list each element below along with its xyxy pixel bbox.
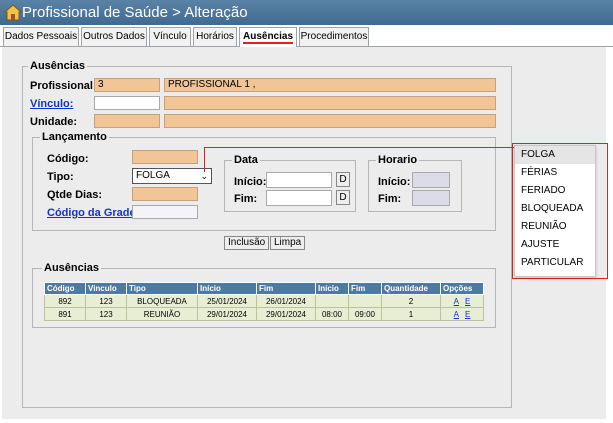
horario-fim-label: Fim: bbox=[378, 193, 402, 205]
ausencias-table: Código Vinculo Tipo Início Fim Início Fi… bbox=[44, 282, 484, 321]
data-fim-calendar-button[interactable]: D bbox=[336, 190, 350, 205]
horario-inicio-field[interactable] bbox=[412, 172, 450, 188]
col-vinculo: Vinculo bbox=[85, 282, 127, 295]
tab-dados-pessoais[interactable]: Dados Pessoais bbox=[3, 27, 79, 46]
codigo-label: Código: bbox=[47, 153, 89, 165]
cell-quantidade: 2 bbox=[381, 294, 441, 308]
cell-codigo: 891 bbox=[44, 307, 86, 321]
data-fim-label: Fim: bbox=[234, 193, 258, 205]
cell-tipo: REUNIÃO bbox=[126, 307, 198, 321]
ausencias-legend: Ausências bbox=[28, 60, 88, 72]
dropdown-option[interactable]: AJUSTE bbox=[515, 236, 595, 254]
col-hora-inicio: Início bbox=[315, 282, 349, 295]
table-row: 891 123 REUNIÃO 29/01/2024 29/01/2024 08… bbox=[44, 307, 484, 321]
cell-opcoes: AE bbox=[440, 294, 484, 308]
unidade-label: Unidade: bbox=[30, 116, 78, 128]
table-row: 892 123 BLOQUEADA 25/01/2024 26/01/2024 … bbox=[44, 294, 484, 308]
tipo-selected-value: FOLGA bbox=[136, 170, 170, 181]
cell-data-inicio: 25/01/2024 bbox=[197, 294, 257, 308]
cell-vinculo: 123 bbox=[85, 294, 127, 308]
cell-codigo: 892 bbox=[44, 294, 86, 308]
vinculo-code-field[interactable] bbox=[94, 96, 160, 110]
unidade-desc-field bbox=[164, 114, 496, 128]
dropdown-option[interactable]: REUNIÃO bbox=[515, 218, 595, 236]
excluir-link[interactable]: E bbox=[465, 297, 470, 306]
cell-hora-inicio bbox=[315, 294, 349, 308]
lancamento-legend: Lançamento bbox=[40, 131, 109, 143]
qtde-dias-label: Qtde Dias: bbox=[47, 189, 103, 201]
codigo-grade-link[interactable]: Código da Grade: bbox=[47, 207, 139, 219]
col-codigo: Código bbox=[44, 282, 86, 295]
data-inicio-field[interactable] bbox=[266, 172, 332, 188]
data-inicio-label: Início: bbox=[234, 176, 267, 188]
highlight-connector-left bbox=[204, 147, 205, 172]
profissional-code-field: 3 bbox=[94, 78, 160, 92]
tipo-label: Tipo: bbox=[47, 171, 74, 183]
vinculo-link[interactable]: Vínculo: bbox=[30, 98, 73, 110]
dropdown-option[interactable]: FÉRIAS bbox=[515, 164, 595, 182]
profissional-label: Profissional: bbox=[30, 80, 97, 92]
cell-vinculo: 123 bbox=[85, 307, 127, 321]
cell-quantidade: 1 bbox=[381, 307, 441, 321]
qtde-dias-field bbox=[132, 187, 198, 201]
tab-vinculo[interactable]: Vínculo bbox=[149, 27, 191, 46]
cell-opcoes: AE bbox=[440, 307, 484, 321]
cell-tipo: BLOQUEADA bbox=[126, 294, 198, 308]
tab-horarios[interactable]: Horários bbox=[193, 27, 237, 46]
col-hora-fim: Fim bbox=[348, 282, 382, 295]
tab-bar: Dados Pessoais Outros Dados Vínculo Horá… bbox=[0, 25, 613, 47]
alterar-link[interactable]: A bbox=[454, 310, 459, 319]
horario-inicio-label: Início: bbox=[378, 176, 411, 188]
home-icon[interactable] bbox=[4, 4, 22, 21]
profissional-name-field: PROFISSIONAL 1 , bbox=[164, 78, 496, 92]
cell-hora-inicio: 08:00 bbox=[315, 307, 349, 321]
title-bar: Profissional de Saúde > Alteração bbox=[0, 0, 613, 25]
vinculo-desc-field bbox=[164, 96, 496, 110]
horario-fim-field[interactable] bbox=[412, 190, 450, 206]
data-inicio-calendar-button[interactable]: D bbox=[336, 172, 350, 187]
cell-hora-fim bbox=[348, 294, 382, 308]
data-fim-field[interactable] bbox=[266, 190, 332, 206]
dropdown-option[interactable]: PARTICULAR bbox=[515, 254, 595, 272]
horario-legend: Horario bbox=[376, 154, 420, 166]
tab-procedimentos[interactable]: Procedimentos bbox=[299, 27, 369, 46]
inclusao-button[interactable]: Inclusão bbox=[224, 236, 270, 250]
unidade-code-field bbox=[94, 114, 160, 128]
cell-data-fim: 29/01/2024 bbox=[256, 307, 316, 321]
col-tipo: Tipo bbox=[126, 282, 198, 295]
highlight-connector-top bbox=[204, 147, 514, 148]
dropdown-option[interactable]: FERIADO bbox=[515, 182, 595, 200]
codigo-grade-field[interactable] bbox=[132, 205, 198, 219]
tab-outros-dados[interactable]: Outros Dados bbox=[81, 27, 147, 46]
limpa-button[interactable]: Limpa bbox=[270, 236, 306, 250]
data-legend: Data bbox=[232, 154, 260, 166]
window-title: Profissional de Saúde > Alteração bbox=[22, 4, 248, 21]
cell-hora-fim: 09:00 bbox=[348, 307, 382, 321]
col-data-fim: Fim bbox=[256, 282, 316, 295]
tipo-dropdown-list: FOLGA FÉRIAS FERIADO BLOQUEADA REUNIÃO A… bbox=[514, 145, 596, 277]
cell-data-inicio: 29/01/2024 bbox=[197, 307, 257, 321]
tab-ausencias[interactable]: Ausências bbox=[239, 27, 297, 47]
dropdown-option[interactable]: FOLGA bbox=[515, 146, 595, 164]
alterar-link[interactable]: A bbox=[454, 297, 459, 306]
grid-legend: Ausências bbox=[42, 262, 102, 274]
tipo-select[interactable]: FOLGA ⌄ bbox=[132, 168, 212, 184]
col-quantidade: Quantidade bbox=[381, 282, 441, 295]
dropdown-option[interactable]: BLOQUEADA bbox=[515, 200, 595, 218]
col-opcoes: Opções bbox=[440, 282, 484, 295]
cell-data-fim: 26/01/2024 bbox=[256, 294, 316, 308]
col-data-inicio: Início bbox=[197, 282, 257, 295]
codigo-field bbox=[132, 150, 198, 164]
excluir-link[interactable]: E bbox=[465, 310, 470, 319]
